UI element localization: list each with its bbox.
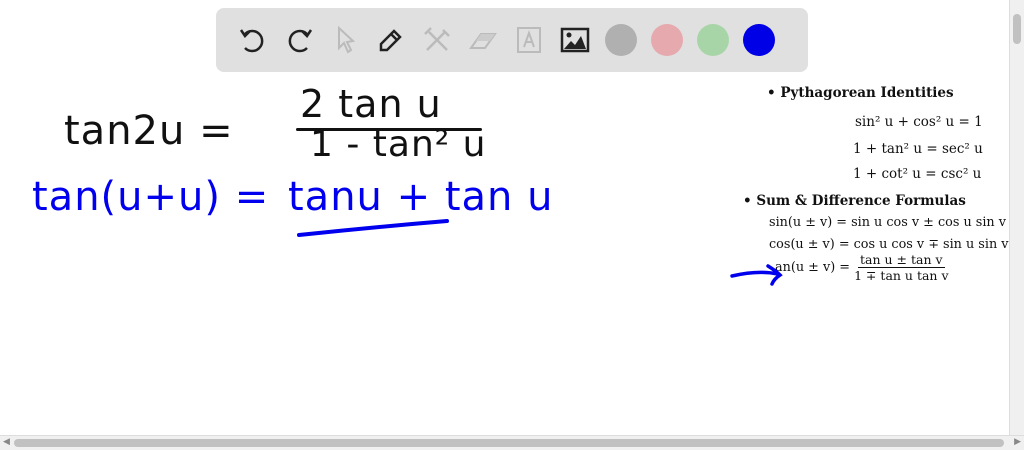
select-button[interactable] [322, 17, 368, 63]
pyth-heading: • Pythagorean Identities [767, 85, 954, 101]
pyth-1: sin² u + cos² u = 1 [855, 114, 983, 130]
tools-button[interactable] [414, 17, 460, 63]
text-icon [517, 27, 541, 53]
undo-icon [239, 29, 264, 53]
color-green[interactable] [690, 17, 736, 63]
select-icon [338, 25, 356, 54]
cos-sum: cos(u ± v) = cos u cos v ∓ sin u sin v [769, 237, 1009, 252]
tan-sum-fraction: tan u ± tan v1 ∓ tan u tan v [854, 252, 948, 283]
horizontal-scroll-thumb[interactable] [14, 439, 1004, 447]
sum-heading: • Sum & Difference Formulas [743, 193, 966, 209]
hand-line1-lhs: tan2u = [64, 108, 234, 154]
tools-icon [424, 27, 450, 51]
tan-num: tan u ± tan v [858, 252, 945, 268]
swatch-pink [651, 24, 683, 56]
hand-line1-num: 2 tan u [300, 82, 442, 126]
hand-line1-den: 1 - tan² u [310, 124, 487, 165]
swatch-gray [605, 24, 637, 56]
vertical-scroll-thumb[interactable] [1013, 14, 1021, 44]
swatch-green [697, 24, 729, 56]
sin-sum: sin(u ± v) = sin u cos v ± cos u sin v [769, 215, 1006, 230]
color-blue[interactable] [736, 17, 782, 63]
hand-line2-rhs: tanu + tan u [288, 174, 554, 220]
color-pink[interactable] [644, 17, 690, 63]
tan-den: 1 ∓ tan u tan v [854, 268, 949, 283]
pyth-3: 1 + cot² u = csc² u [853, 166, 982, 182]
image-button[interactable] [552, 17, 598, 63]
redo-icon [288, 29, 313, 53]
redo-button[interactable] [276, 17, 322, 63]
scroll-left-icon[interactable]: ◀ [3, 437, 10, 447]
vertical-scrollbar[interactable] [1009, 0, 1024, 436]
pen-button[interactable] [368, 17, 414, 63]
pen-icon [379, 29, 402, 52]
color-gray[interactable] [598, 17, 644, 63]
image-icon [560, 27, 590, 53]
hand-line2-lhs: tan(u+u) = [32, 174, 270, 220]
underline-stroke [297, 219, 449, 237]
swatch-blue [743, 24, 775, 56]
eraser-icon [469, 33, 497, 49]
pyth-2: 1 + tan² u = sec² u [853, 141, 983, 157]
toolbar [216, 8, 808, 72]
text-button[interactable] [506, 17, 552, 63]
tan-sum: an(u ± v) = tan u ± tan v1 ∓ tan u tan v [775, 252, 949, 283]
scroll-right-icon[interactable]: ▶ [1014, 437, 1021, 447]
eraser-button[interactable] [460, 17, 506, 63]
sum-heading-text: Sum & Difference Formulas [756, 193, 966, 209]
undo-button[interactable] [230, 17, 276, 63]
horizontal-scrollbar[interactable]: ◀ ▶ [0, 435, 1024, 450]
pyth-heading-text: Pythagorean Identities [780, 85, 954, 101]
blue-arrow-stroke [730, 264, 783, 286]
